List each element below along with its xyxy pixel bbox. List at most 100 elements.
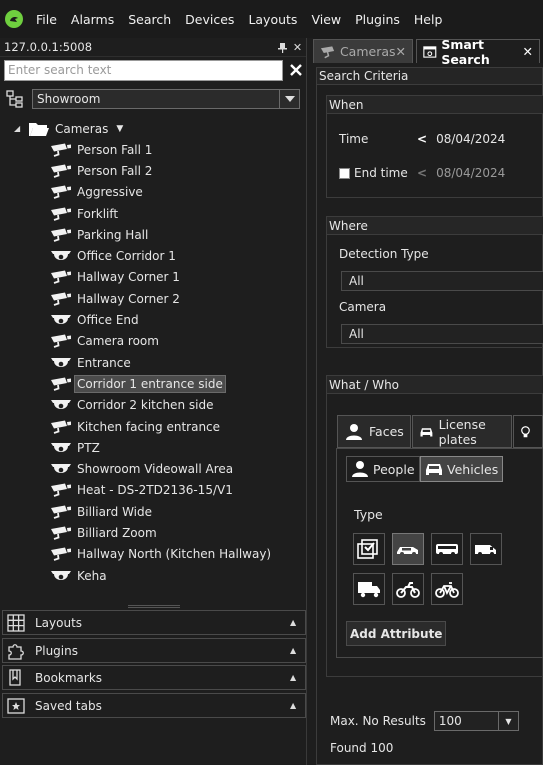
- bullet-camera-icon: [50, 483, 72, 498]
- close-panel-icon[interactable]: ✕: [291, 41, 304, 54]
- pin-icon[interactable]: [276, 41, 289, 54]
- max-results-select[interactable]: 100 ▼: [433, 711, 519, 731]
- camera-item[interactable]: PTZ: [0, 437, 306, 458]
- bullet-camera-icon: [50, 228, 72, 242]
- menu-alarms[interactable]: Alarms: [71, 12, 114, 27]
- vehicle-type-motorcycle[interactable]: [392, 573, 424, 605]
- camera-item[interactable]: Forklift: [0, 203, 306, 224]
- clear-search-icon[interactable]: [286, 60, 306, 80]
- camera-item[interactable]: Hallway Corner 2: [0, 288, 306, 309]
- camera-select[interactable]: All: [341, 324, 543, 344]
- menu-search[interactable]: Search: [128, 12, 171, 27]
- end-time-checkbox[interactable]: [339, 167, 350, 179]
- camera-item[interactable]: Keha: [0, 565, 306, 586]
- car-icon: [420, 427, 433, 436]
- type-label: Type: [354, 507, 383, 522]
- tab-faces[interactable]: Faces: [337, 415, 411, 448]
- camera-item-label: Forklift: [77, 206, 119, 221]
- dome-camera-icon: [50, 313, 72, 327]
- vehicle-type-van[interactable]: [470, 533, 502, 565]
- close-tab-icon[interactable]: ✕: [396, 44, 406, 59]
- accordion-saved-tabs[interactable]: Saved tabs ▲: [2, 693, 306, 718]
- bullet-camera-icon: [50, 143, 72, 157]
- close-tab-icon[interactable]: ✕: [523, 44, 533, 59]
- camera-item[interactable]: Camera room: [0, 331, 306, 352]
- camera-item-label: Kitchen facing entrance: [77, 419, 221, 434]
- accordion-bookmarks[interactable]: Bookmarks ▲: [2, 665, 306, 690]
- camera-item[interactable]: Parking Hall: [0, 224, 306, 245]
- camera-item[interactable]: Billiard Wide: [0, 501, 306, 522]
- bullet-camera-icon: [50, 292, 72, 306]
- tab-faces-label: Faces: [369, 424, 404, 439]
- bullet-camera-icon: [50, 185, 72, 200]
- camera-item-label: PTZ: [77, 440, 100, 455]
- camera-item[interactable]: Billiard Zoom: [0, 522, 306, 543]
- camera-item[interactable]: Showroom Videowall Area: [0, 458, 306, 479]
- camera-item[interactable]: Corridor 2 kitchen side: [0, 395, 306, 416]
- add-attribute-button[interactable]: Add Attribute: [346, 621, 447, 646]
- checklist-icon: [357, 539, 378, 559]
- tab-cameras-label: Cameras: [339, 44, 396, 59]
- camera-item-label: Hallway Corner 2: [77, 291, 180, 306]
- max-results-row: Max. No Results 100 ▼: [330, 711, 519, 731]
- tab-bar: Cameras ✕ Smart Search ✕: [313, 37, 543, 67]
- camera-item-label: Office Corridor 1: [77, 249, 176, 264]
- camera-item[interactable]: Person Fall 2: [0, 160, 306, 181]
- vehicle-type-bicycle[interactable]: [431, 573, 463, 605]
- where-title: Where: [327, 217, 543, 235]
- camera-item[interactable]: Hallway North (Kitchen Hallway): [0, 544, 306, 565]
- bullet-camera-icon: [50, 377, 72, 391]
- person-icon: [346, 423, 362, 440]
- motorcycle-icon: [396, 582, 420, 598]
- server-bar: 127.0.0.1:5008 ✕: [0, 38, 306, 57]
- vehicle-type-car[interactable]: [392, 533, 424, 565]
- camera-item-label: Person Fall 1: [77, 142, 153, 157]
- menu-file[interactable]: File: [36, 12, 57, 27]
- menu-help[interactable]: Help: [414, 12, 443, 27]
- time-value[interactable]: 08/04/2024: [436, 132, 505, 146]
- detection-type-select[interactable]: All: [341, 271, 543, 291]
- tab-attributes[interactable]: [513, 415, 543, 448]
- camera-item[interactable]: Entrance: [0, 352, 306, 373]
- end-time-label: End time: [354, 166, 408, 180]
- menu-devices[interactable]: Devices: [185, 12, 234, 27]
- search-input[interactable]: [4, 59, 283, 81]
- select-all-types-button[interactable]: [353, 533, 385, 565]
- menu-view[interactable]: View: [311, 12, 341, 27]
- where-group: Where Detection Type All Camera All: [326, 216, 543, 348]
- menu-layouts[interactable]: Layouts: [248, 12, 297, 27]
- bullet-camera-icon: [50, 505, 72, 519]
- panel-splitter[interactable]: [128, 605, 180, 608]
- camera-item[interactable]: Hallway Corner 1: [0, 267, 306, 288]
- app-logo-icon[interactable]: [5, 10, 23, 28]
- tab-cameras[interactable]: Cameras ✕: [313, 39, 413, 63]
- bullet-camera-icon: [50, 164, 72, 178]
- camera-item[interactable]: Person Fall 1: [0, 139, 306, 160]
- bullet-camera-icon: [50, 420, 72, 434]
- accordion-layouts[interactable]: Layouts ▲: [2, 610, 306, 635]
- tree-root-cameras[interactable]: ◢ Cameras ▼: [0, 118, 306, 139]
- camera-item[interactable]: Corridor 1 entrance side: [0, 373, 306, 394]
- dome-camera-icon: [50, 398, 72, 412]
- camera-item[interactable]: Kitchen facing entrance: [0, 416, 306, 437]
- people-button[interactable]: People: [346, 456, 420, 482]
- dome-camera-icon: [50, 569, 72, 583]
- camera-item[interactable]: Office Corridor 1: [0, 245, 306, 266]
- chevron-left-icon[interactable]: <: [417, 132, 427, 146]
- accordion-plugins[interactable]: Plugins ▲: [2, 638, 306, 663]
- chevron-up-icon: ▲: [290, 618, 297, 627]
- person-icon: [352, 461, 368, 477]
- camera-item[interactable]: Heat - DS-2TD2136-15/V1: [0, 480, 306, 501]
- vehicle-type-truck[interactable]: [353, 573, 385, 605]
- camera-item-label: Corridor 1 entrance side: [74, 374, 226, 393]
- vehicles-button[interactable]: Vehicles: [420, 456, 504, 482]
- expand-arrow-icon[interactable]: ◢: [14, 124, 24, 133]
- menu-plugins[interactable]: Plugins: [355, 12, 400, 27]
- tab-license-plates[interactable]: License plates: [411, 415, 512, 448]
- camera-item[interactable]: Office End: [0, 309, 306, 330]
- tab-smart-search[interactable]: Smart Search ✕: [416, 37, 540, 67]
- caret-down-icon[interactable]: ▼: [116, 124, 123, 134]
- site-select[interactable]: Showroom: [32, 89, 300, 109]
- camera-item[interactable]: Aggressive: [0, 182, 306, 203]
- vehicle-type-bus[interactable]: [431, 533, 463, 565]
